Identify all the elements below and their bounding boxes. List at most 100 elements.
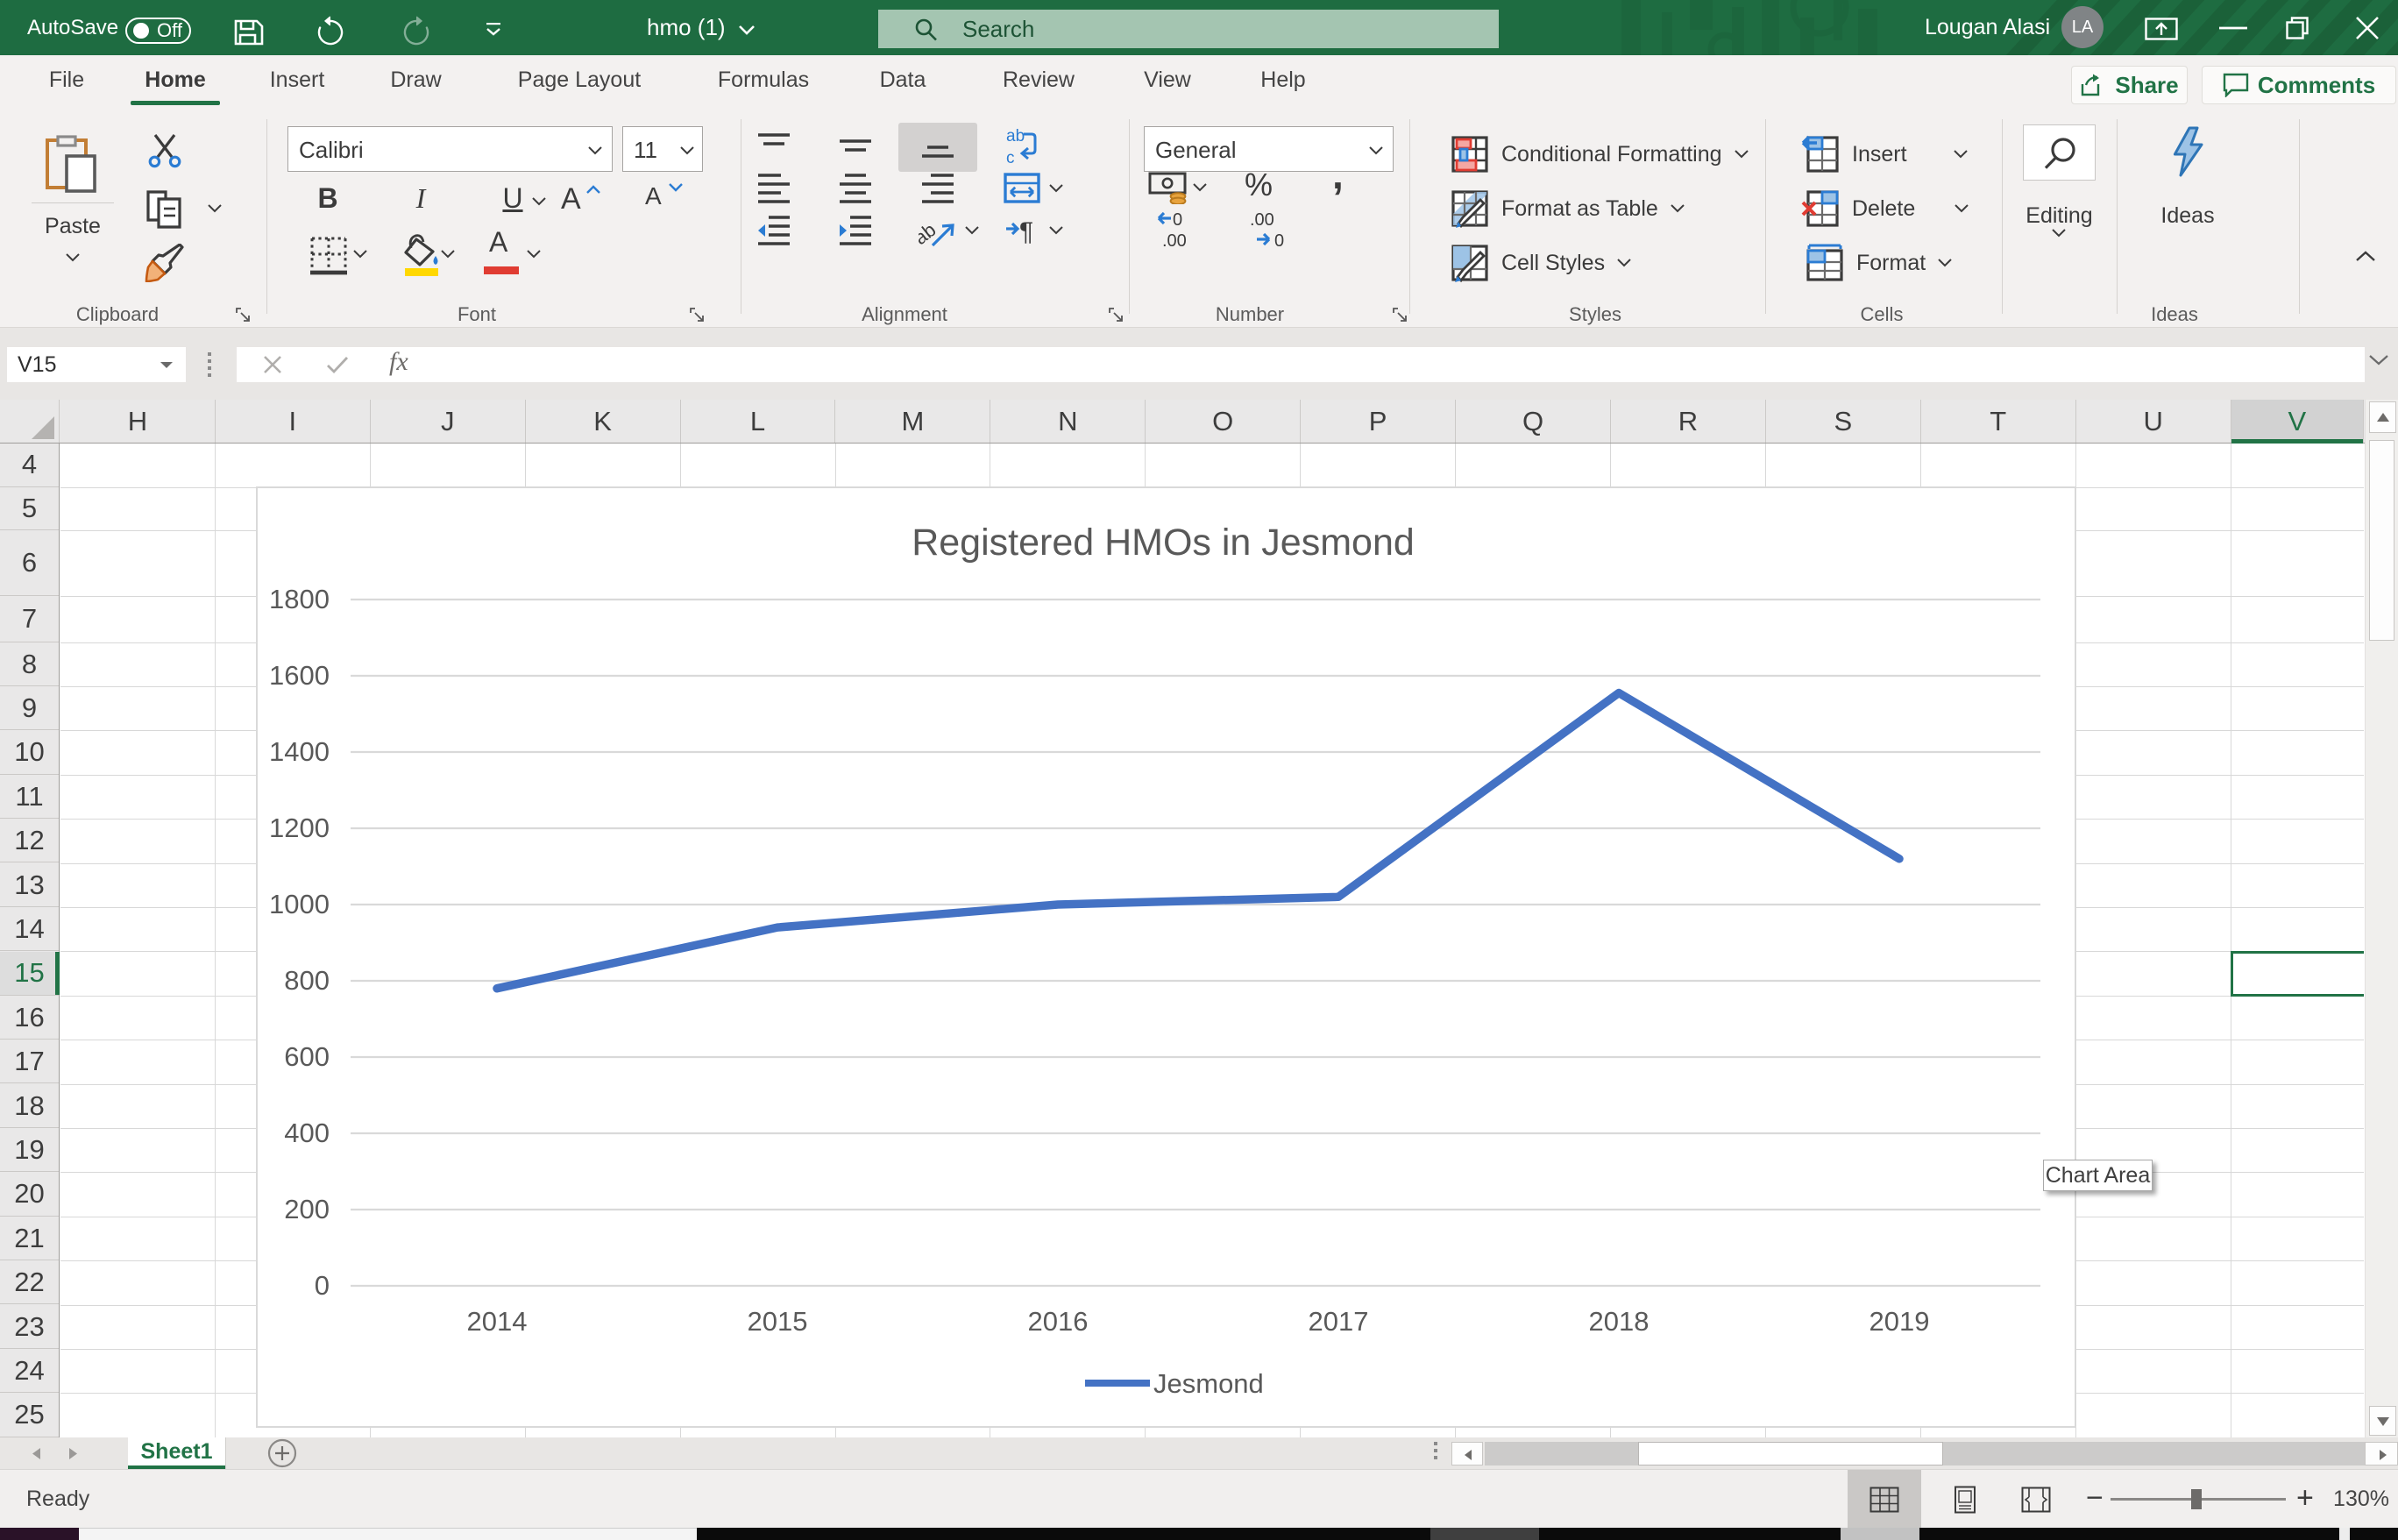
restore-icon[interactable] xyxy=(2286,17,2309,39)
insert-cells-button[interactable]: Insert xyxy=(1801,135,1969,174)
new-sheet-button[interactable] xyxy=(267,1438,297,1468)
page-layout-view-button[interactable] xyxy=(1928,1470,2002,1529)
row-header-24[interactable]: 24 xyxy=(0,1350,59,1393)
format-as-table-button[interactable]: Format as Table xyxy=(1451,189,1685,228)
decrease-font-button[interactable]: A xyxy=(645,182,685,221)
selected-cell-V15[interactable] xyxy=(2231,951,2364,997)
number-dialog-launcher-icon[interactable] xyxy=(1390,305,1409,324)
percent-style-button[interactable]: % xyxy=(1245,167,1273,203)
ribbon-tab-help[interactable]: Help xyxy=(1245,55,1321,107)
row-header-5[interactable]: 5 xyxy=(0,488,59,530)
previous-sheet-icon[interactable] xyxy=(30,1447,42,1460)
row-header-25[interactable]: 25 xyxy=(0,1394,59,1437)
zoom-slider-handle[interactable] xyxy=(2191,1489,2202,1509)
formula-bar-expand-icon[interactable] xyxy=(2368,354,2389,366)
wrap-text-icon[interactable]: abc xyxy=(1003,126,1041,169)
minimize-icon[interactable] xyxy=(2219,26,2247,30)
underline-button[interactable]: U xyxy=(496,182,529,221)
row-header-20[interactable]: 20 xyxy=(0,1173,59,1216)
ribbon-tab-view[interactable]: View xyxy=(1128,55,1207,107)
save-icon[interactable] xyxy=(233,18,265,46)
orientation-icon[interactable]: ab xyxy=(919,210,959,255)
copy-icon[interactable] xyxy=(145,189,182,230)
delete-cells-button[interactable]: Delete xyxy=(1801,189,1969,228)
conditional-formatting-button[interactable]: Conditional Formatting xyxy=(1451,135,1749,174)
x-axis-label-2015[interactable]: 2015 xyxy=(748,1306,808,1337)
row-header-21[interactable]: 21 xyxy=(0,1217,59,1260)
font-name-select[interactable]: Calibri xyxy=(287,126,613,172)
y-axis-label-0[interactable]: 0 xyxy=(315,1270,330,1301)
legend-label[interactable]: Jesmond xyxy=(1153,1368,1264,1399)
ribbon-tab-data[interactable]: Data xyxy=(866,55,940,107)
accounting-format-icon[interactable] xyxy=(1148,171,1187,204)
tab-scrollbar-splitter[interactable] xyxy=(1433,1441,1438,1465)
y-axis-label-1400[interactable]: 1400 xyxy=(269,736,330,767)
quick-access-toolbar-chevron-icon[interactable] xyxy=(484,23,503,37)
column-header-T[interactable]: T xyxy=(1921,400,2076,443)
format-cells-button[interactable]: Format xyxy=(1806,244,1953,282)
y-axis-label-800[interactable]: 800 xyxy=(284,965,330,996)
user-name[interactable]: Lougan Alasi xyxy=(1925,0,2050,55)
ideas-button[interactable]: Ideas xyxy=(2139,121,2237,235)
undo-icon[interactable] xyxy=(314,16,347,49)
column-header-M[interactable]: M xyxy=(836,400,991,443)
fill-color-chevron-icon[interactable] xyxy=(440,249,456,259)
bold-button[interactable]: B xyxy=(312,182,344,221)
redo-icon[interactable] xyxy=(400,16,433,49)
y-axis-label-1800[interactable]: 1800 xyxy=(269,584,330,614)
number-format-select[interactable]: General xyxy=(1144,126,1394,172)
alignment-dialog-launcher-icon[interactable] xyxy=(1106,305,1125,324)
formula-input[interactable] xyxy=(237,347,2365,382)
ribbon-tab-home[interactable]: Home xyxy=(125,55,225,107)
column-header-I[interactable]: I xyxy=(216,400,371,443)
y-axis-label-1000[interactable]: 1000 xyxy=(269,889,330,919)
column-header-J[interactable]: J xyxy=(371,400,526,443)
ribbon-tab-review[interactable]: Review xyxy=(990,55,1088,107)
scroll-left-button[interactable] xyxy=(1451,1442,1483,1465)
font-size-select[interactable]: 11 xyxy=(622,126,703,172)
close-icon[interactable] xyxy=(2356,17,2379,39)
borders-icon[interactable] xyxy=(309,235,349,275)
row-header-13[interactable]: 13 xyxy=(0,864,59,907)
column-header-L[interactable]: L xyxy=(681,400,836,443)
accounting-chevron-icon[interactable] xyxy=(1192,182,1208,193)
series-line-jesmond[interactable] xyxy=(497,693,1899,989)
align-middle-icon[interactable] xyxy=(836,126,875,169)
format-painter-icon[interactable] xyxy=(144,244,186,282)
increase-indent-icon[interactable] xyxy=(836,210,875,253)
increase-decimal-button[interactable]: 0 .00 xyxy=(1155,208,1204,252)
column-header-N[interactable]: N xyxy=(990,400,1146,443)
clipboard-dialog-launcher-icon[interactable] xyxy=(233,305,252,324)
enter-icon[interactable] xyxy=(326,355,349,374)
row-header-19[interactable]: 19 xyxy=(0,1129,59,1172)
insert-function-icon[interactable]: fx xyxy=(389,347,408,377)
ribbon-tab-formulas[interactable]: Formulas xyxy=(703,55,824,107)
vertical-scrollbar[interactable] xyxy=(2365,400,2398,1437)
column-header-P[interactable]: P xyxy=(1301,400,1456,443)
column-header-V[interactable]: V xyxy=(2231,400,2364,443)
ribbon-display-options-icon[interactable] xyxy=(2145,18,2178,40)
merge-center-chevron-icon[interactable] xyxy=(1048,182,1064,198)
row-header-17[interactable]: 17 xyxy=(0,1040,59,1083)
row-header-12[interactable]: 12 xyxy=(0,820,59,862)
borders-chevron-icon[interactable] xyxy=(352,249,368,259)
row-header-15[interactable]: 15 xyxy=(0,952,59,995)
chart-title[interactable]: Registered HMOs in Jesmond xyxy=(912,522,1415,564)
y-axis-label-200[interactable]: 200 xyxy=(284,1194,330,1224)
ribbon-tab-file[interactable]: File xyxy=(18,55,116,107)
font-dialog-launcher-icon[interactable] xyxy=(687,305,706,324)
text-direction-icon[interactable]: ¶ xyxy=(1003,210,1041,253)
font-color-icon[interactable]: A xyxy=(484,231,522,277)
increase-font-button[interactable]: A xyxy=(561,182,601,221)
x-axis-label-2017[interactable]: 2017 xyxy=(1309,1306,1369,1337)
x-axis-label-2016[interactable]: 2016 xyxy=(1028,1306,1089,1337)
underline-chevron-icon[interactable] xyxy=(531,196,547,207)
row-header-18[interactable]: 18 xyxy=(0,1085,59,1128)
align-center-icon[interactable] xyxy=(836,168,875,211)
row-header-14[interactable]: 14 xyxy=(0,908,59,951)
scroll-up-button[interactable] xyxy=(2369,401,2396,433)
y-axis-label-1200[interactable]: 1200 xyxy=(269,813,330,843)
normal-view-button[interactable] xyxy=(1848,1470,1921,1529)
search-box[interactable]: Search xyxy=(878,10,1499,48)
autosave-toggle[interactable]: Off xyxy=(125,18,191,44)
